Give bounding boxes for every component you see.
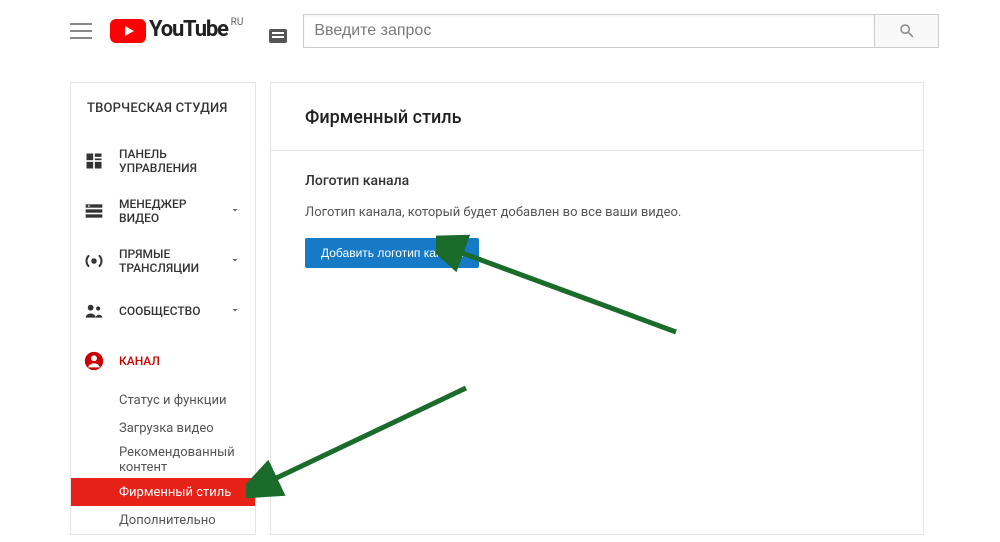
main-header: Фирменный стиль <box>271 83 923 150</box>
chevron-down-icon <box>229 204 243 218</box>
sidebar-title: ТВОРЧЕСКАЯ СТУДИЯ <box>71 101 255 136</box>
sidebar-item-label: ПРЯМЫЕ ТРАНСЛЯЦИИ <box>119 247 229 275</box>
content-row: ТВОРЧЕСКАЯ СТУДИЯ ПАНЕЛЬ УПРАВЛЕНИЯ МЕНЕ… <box>0 82 1000 535</box>
sidebar-sub-branding[interactable]: Фирменный стиль <box>71 478 255 506</box>
hamburger-menu-button[interactable] <box>70 23 92 39</box>
logo-locale-suffix: RU <box>231 17 244 28</box>
main-panel: Фирменный стиль Логотип канала Логотип к… <box>270 82 924 535</box>
search-bar <box>303 14 939 48</box>
sidebar: ТВОРЧЕСКАЯ СТУДИЯ ПАНЕЛЬ УПРАВЛЕНИЯ МЕНЕ… <box>70 82 256 535</box>
sidebar-sub-advanced[interactable]: Дополнительно <box>71 506 255 534</box>
header: YouTube RU <box>0 0 1000 62</box>
sidebar-sub-upload[interactable]: Загрузка видео <box>71 414 255 442</box>
sidebar-item-video-manager[interactable]: МЕНЕДЖЕР ВИДЕО <box>71 186 255 236</box>
sidebar-sub-status[interactable]: Статус и функции <box>71 386 255 414</box>
logo-text: YouTube <box>149 19 228 41</box>
live-icon <box>83 250 105 272</box>
youtube-logo[interactable]: YouTube RU <box>110 19 243 43</box>
page-title: Фирменный стиль <box>305 107 889 128</box>
youtube-play-icon <box>110 19 146 43</box>
sidebar-item-live[interactable]: ПРЯМЫЕ ТРАНСЛЯЦИИ <box>71 236 255 286</box>
dashboard-icon <box>83 150 105 172</box>
search-input[interactable] <box>303 14 875 48</box>
chevron-down-icon <box>229 254 243 268</box>
sidebar-item-label: КАНАЛ <box>119 354 243 368</box>
sidebar-item-dashboard[interactable]: ПАНЕЛЬ УПРАВЛЕНИЯ <box>71 136 255 186</box>
sidebar-item-label: ПАНЕЛЬ УПРАВЛЕНИЯ <box>119 147 243 175</box>
video-manager-icon <box>83 200 105 222</box>
add-logo-button[interactable]: Добавить логотип канала <box>305 238 479 268</box>
sidebar-item-label: МЕНЕДЖЕР ВИДЕО <box>119 197 229 225</box>
chevron-down-icon <box>229 304 243 318</box>
sidebar-sub-featured[interactable]: Рекомендованный контент <box>71 442 255 478</box>
channel-icon <box>83 350 105 372</box>
main-body: Логотип канала Логотип канала, который б… <box>271 151 923 324</box>
search-button[interactable] <box>875 14 939 48</box>
sidebar-item-label: СООБЩЕСТВО <box>119 304 229 318</box>
keyboard-icon[interactable] <box>269 29 287 43</box>
search-icon <box>898 22 916 40</box>
section-description: Логотип канала, который будет добавлен в… <box>305 205 889 220</box>
community-icon <box>83 300 105 322</box>
sidebar-item-community[interactable]: СООБЩЕСТВО <box>71 286 255 336</box>
section-heading: Логотип канала <box>305 173 889 189</box>
sidebar-item-channel[interactable]: КАНАЛ <box>71 336 255 386</box>
